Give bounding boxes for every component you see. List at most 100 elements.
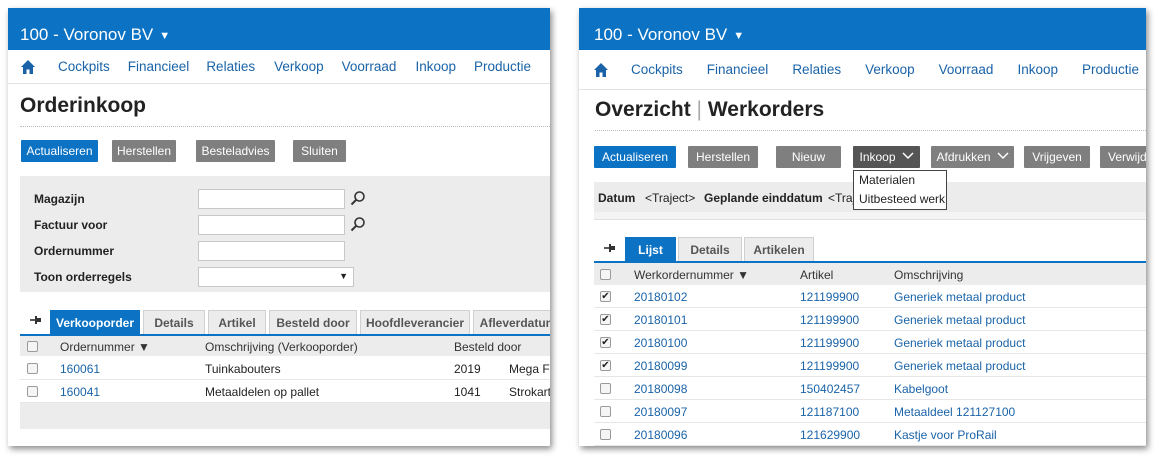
factuur-voor-field[interactable] (198, 215, 345, 235)
nav-item-cockpits[interactable]: Cockpits (58, 59, 110, 74)
row-checkbox[interactable]: ✔ (600, 291, 611, 302)
besteladvies-button[interactable]: Besteladvies (196, 140, 275, 162)
omschrijving-link[interactable]: Kabelgoot (894, 382, 948, 396)
ordernummer-link[interactable]: 160041 (60, 385, 100, 399)
toon-orderregels-select[interactable]: ▼ (198, 267, 354, 287)
artikel-link[interactable]: 121199900 (800, 336, 859, 350)
table-row[interactable]: 20180096 121629900 Kastje voor ProRail (594, 423, 1146, 446)
column-omschrijving[interactable]: Omschrijving (Verkooporder) (205, 340, 358, 354)
pin-icon[interactable] (604, 243, 616, 256)
search-icon[interactable] (350, 216, 366, 232)
tab-besteld-door[interactable]: Besteld door (269, 310, 357, 334)
nav-item-productie[interactable]: Productie (1082, 62, 1139, 77)
artikel-link[interactable]: 121629900 (800, 428, 860, 442)
row-checkbox[interactable]: ✔ (600, 337, 611, 348)
tab-artikelen[interactable]: Artikelen (744, 237, 814, 261)
table-row[interactable]: 20180098 150402457 Kabelgoot (594, 377, 1146, 400)
home-icon[interactable] (20, 59, 36, 75)
artikel-link[interactable]: 121199900 (800, 313, 859, 327)
company-header[interactable]: 100 - Voronov BV ▼ (8, 8, 550, 50)
nav-item-verkoop[interactable]: Verkoop (274, 59, 324, 74)
nav-item-voorraad[interactable]: Voorraad (342, 59, 397, 74)
menu-item-uitbesteed-werk[interactable]: Uitbesteed werk (854, 190, 946, 209)
home-icon[interactable] (593, 62, 609, 78)
omschrijving-link[interactable]: Generiek metaal product (894, 336, 1025, 350)
column-ordernummer[interactable]: Ordernummer ▼ (60, 340, 150, 354)
nav-item-verkoop[interactable]: Verkoop (865, 62, 915, 77)
table-row[interactable]: ✔ 20180100 121199900 Generiek metaal produc… (594, 331, 1146, 354)
table-row[interactable]: 160061 Tuinkabouters 2019 Mega Fo (20, 357, 550, 380)
herstellen-button[interactable]: Herstellen (688, 146, 758, 168)
column-werkordernummer[interactable]: Werkordernummer ▼ (634, 268, 749, 282)
nav-item-relaties[interactable]: Relaties (206, 59, 255, 74)
tab-hoofdleverancier[interactable]: Hoofdleverancier (360, 310, 470, 334)
table-row[interactable]: 160041 Metaaldelen op pallet 1041 Stroka… (20, 380, 550, 403)
werkordernummer-link[interactable]: 20180099 (634, 359, 687, 373)
actualiseren-button[interactable]: Actualiseren (594, 146, 676, 168)
werkordernummer-link[interactable]: 20180098 (634, 382, 687, 396)
werkordernummer-link[interactable]: 20180097 (634, 405, 687, 419)
afdrukken-menu-button[interactable]: Afdrukken (931, 146, 1014, 168)
row-checkbox[interactable] (27, 386, 38, 397)
row-checkbox[interactable]: ✔ (600, 360, 611, 371)
company-header[interactable]: 100 - Voronov BV ▼ (579, 8, 1146, 50)
omschrijving-link[interactable]: Metaaldeel 121127100 (894, 405, 1015, 419)
tab-verkooporder[interactable]: Verkooporder (50, 310, 140, 334)
inkoop-menu-button[interactable]: Inkoop (853, 146, 920, 168)
einddatum-traject[interactable]: <Traj (828, 191, 855, 205)
tab-artikel[interactable]: Artikel (208, 310, 266, 334)
table-row[interactable]: ✔ 20180099 121199900 Generiek metaal produc… (594, 354, 1146, 377)
pin-icon[interactable] (30, 315, 42, 328)
werkordernummer-link[interactable]: 20180102 (634, 290, 687, 304)
artikel-link[interactable]: 121199900 (800, 359, 859, 373)
werkordernummer-link[interactable]: 20180101 (634, 313, 687, 327)
column-artikel[interactable]: Artikel (800, 268, 833, 282)
omschrijving-link[interactable]: Generiek metaal product (894, 359, 1025, 373)
artikel-link[interactable]: 121187100 (800, 405, 859, 419)
menu-item-materialen[interactable]: Materialen (854, 171, 946, 190)
row-checkbox[interactable] (27, 363, 38, 374)
tab-details[interactable]: Details (143, 310, 205, 334)
nieuw-button[interactable]: Nieuw (776, 146, 841, 168)
sluiten-button[interactable]: Sluiten (293, 140, 346, 162)
table-row[interactable]: 20180097 121187100 Metaaldeel 121127100 (594, 400, 1146, 423)
verwijderen-button[interactable]: Verwijd (1100, 146, 1146, 168)
nav-item-cockpits[interactable]: Cockpits (631, 62, 683, 77)
table-row[interactable]: ✔ 20180101 121199900 Generiek metaal produc… (594, 308, 1146, 331)
tab-afleverdatum[interactable]: Afleverdatum (473, 310, 550, 334)
nav-item-productie[interactable]: Productie (474, 59, 531, 74)
nav-item-relaties[interactable]: Relaties (792, 62, 841, 77)
omschrijving-link[interactable]: Generiek metaal product (894, 290, 1025, 304)
afdrukken-button-label: Afdrukken (936, 150, 991, 164)
column-omschrijving[interactable]: Omschrijving (894, 268, 963, 282)
omschrijving-link[interactable]: Generiek metaal product (894, 313, 1025, 327)
herstellen-button[interactable]: Herstellen (112, 140, 176, 162)
tab-details[interactable]: Details (678, 237, 742, 261)
magazijn-field[interactable] (198, 189, 345, 209)
werkordernummer-link[interactable]: 20180096 (634, 428, 687, 442)
row-checkbox[interactable] (600, 383, 611, 394)
nav-item-financieel[interactable]: Financieel (707, 62, 769, 77)
nav-item-voorraad[interactable]: Voorraad (939, 62, 994, 77)
search-icon[interactable] (350, 190, 366, 206)
nav-item-inkoop[interactable]: Inkoop (1017, 62, 1058, 77)
column-besteld-door[interactable]: Besteld door (454, 340, 521, 354)
row-checkbox[interactable]: ✔ (600, 314, 611, 325)
tab-lijst[interactable]: Lijst (625, 237, 676, 261)
ordernummer-field[interactable] (198, 241, 345, 261)
artikel-link[interactable]: 150402457 (800, 382, 860, 396)
select-all-checkbox[interactable] (27, 341, 38, 352)
werkordernummer-link[interactable]: 20180100 (634, 336, 687, 350)
omschrijving-link[interactable]: Kastje voor ProRail (894, 428, 997, 442)
table-row[interactable]: ✔ 20180102 121199900 Generiek metaal produc… (594, 285, 1146, 308)
actualiseren-button[interactable]: Actualiseren (21, 140, 98, 162)
row-checkbox[interactable] (600, 406, 611, 417)
artikel-link[interactable]: 121199900 (800, 290, 859, 304)
vrijgeven-button[interactable]: Vrijgeven (1024, 146, 1090, 168)
datum-traject[interactable]: <Traject> (645, 191, 695, 205)
select-all-checkbox[interactable] (600, 269, 611, 280)
nav-item-financieel[interactable]: Financieel (128, 59, 190, 74)
ordernummer-link[interactable]: 160061 (60, 362, 100, 376)
nav-item-inkoop[interactable]: Inkoop (415, 59, 456, 74)
row-checkbox[interactable] (600, 429, 611, 440)
